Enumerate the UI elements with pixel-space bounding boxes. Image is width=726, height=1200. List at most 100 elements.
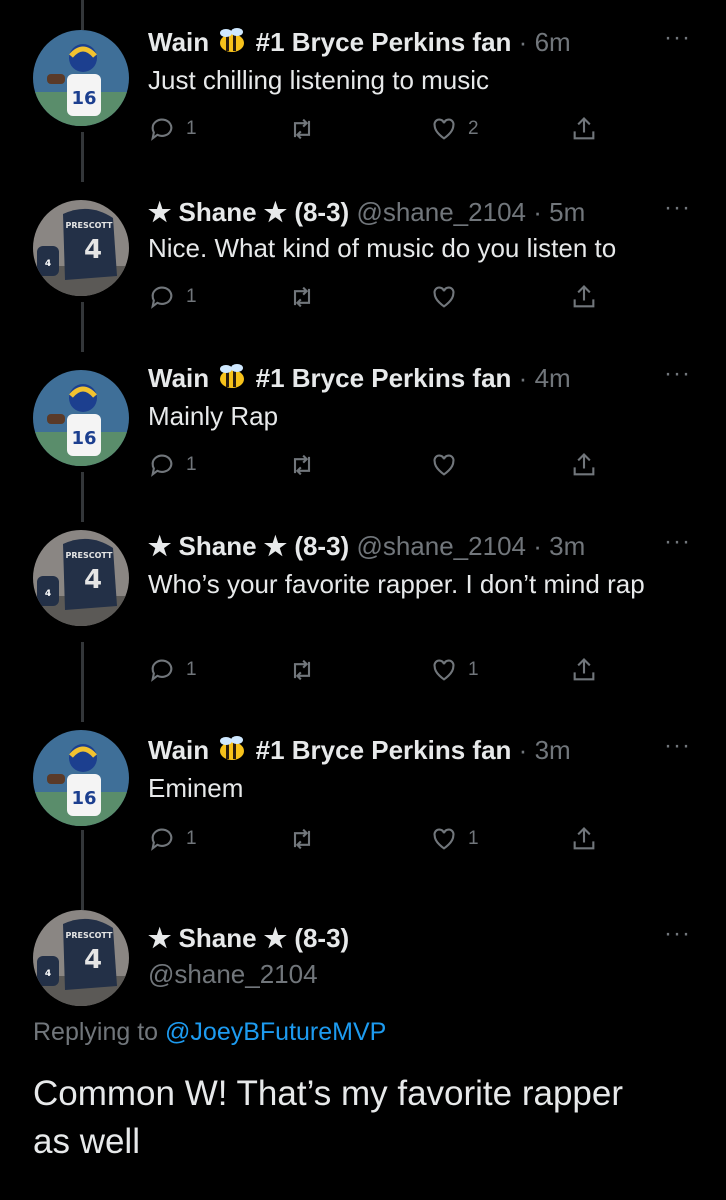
separator: · [518, 363, 528, 393]
share-button[interactable] [570, 112, 598, 146]
reply-count: 1 [186, 828, 197, 849]
svg-text:4: 4 [84, 565, 102, 595]
share-button[interactable] [570, 448, 598, 482]
main-tweet-text: Common W! That’s my favorite rapper as w… [33, 1074, 624, 1161]
replying-to-label: Replying to [33, 1018, 159, 1046]
display-name-suffix[interactable]: #1 Bryce Perkins fan [256, 27, 512, 57]
bee-emoji-icon [216, 27, 248, 62]
more-icon[interactable]: ··· [664, 24, 691, 52]
handle[interactable]: @shane_2104 [148, 958, 318, 990]
display-name[interactable]: Wain [148, 735, 209, 765]
svg-text:4: 4 [45, 969, 51, 979]
display-name[interactable]: ★ Shane ★ (8-3) [148, 197, 349, 227]
avatar[interactable]: 16 [33, 730, 129, 826]
svg-text:4: 4 [84, 235, 102, 265]
heart-icon [433, 118, 455, 140]
share-button[interactable] [570, 280, 598, 314]
display-name-suffix[interactable]: #1 Bryce Perkins fan [256, 735, 512, 765]
action-bar: 1 2 [148, 112, 608, 146]
separator: · [518, 735, 528, 765]
thread-line [81, 132, 84, 182]
share-icon [573, 453, 595, 476]
heart-icon [433, 659, 455, 681]
main-tweet[interactable]: PRESCOTT 4 4 ★ Shane ★ (8-3) @shane_2104… [0, 900, 726, 1200]
thread-line [81, 472, 84, 522]
separator: · [533, 531, 542, 561]
like-button[interactable] [430, 280, 468, 314]
thread-line [81, 830, 84, 910]
more-icon[interactable]: ··· [664, 732, 691, 760]
like-button[interactable] [430, 448, 468, 482]
retweet-button[interactable] [288, 112, 326, 146]
svg-text:PRESCOTT: PRESCOTT [65, 931, 113, 940]
like-count: 1 [468, 828, 479, 849]
svg-text:4: 4 [45, 259, 51, 269]
bee-emoji-icon [216, 363, 248, 398]
handle[interactable]: @shane_2104 [356, 531, 526, 561]
svg-text:PRESCOTT: PRESCOTT [65, 551, 113, 560]
reply-button[interactable]: 1 [148, 280, 197, 314]
display-name-suffix[interactable]: #1 Bryce Perkins fan [256, 363, 512, 393]
reply-button[interactable]: 1 [148, 822, 197, 856]
retweet-icon [293, 659, 311, 681]
reply-count: 1 [186, 659, 197, 680]
handle[interactable]: @shane_2104 [356, 197, 526, 227]
svg-text:16: 16 [71, 788, 96, 809]
like-count: 2 [468, 118, 479, 139]
retweet-icon [293, 828, 311, 850]
display-name[interactable]: ★ Shane ★ (8-3) [148, 923, 349, 953]
avatar[interactable]: PRESCOTT 4 4 [33, 530, 129, 626]
display-name[interactable]: Wain [148, 27, 209, 57]
replying-to-link[interactable]: @JoeyBFutureMVP [165, 1018, 386, 1046]
retweet-icon [293, 286, 311, 308]
timestamp[interactable]: 3m [549, 531, 585, 561]
avatar[interactable]: 16 [33, 30, 129, 126]
timestamp[interactable]: 5m [549, 197, 585, 227]
like-button[interactable]: 1 [430, 822, 479, 856]
timestamp[interactable]: 6m [535, 27, 571, 57]
display-name[interactable]: Wain [148, 363, 209, 393]
thread-line [81, 642, 84, 722]
svg-text:16: 16 [71, 88, 96, 109]
reply-button[interactable]: 1 [148, 653, 197, 687]
like-button[interactable]: 2 [430, 112, 479, 146]
tweet-text: Eminem [148, 773, 244, 803]
avatar[interactable]: PRESCOTT 4 4 [33, 910, 129, 1006]
tweet-text: Just chilling listening to music [148, 65, 490, 95]
reply-icon [151, 286, 173, 309]
share-button[interactable] [570, 653, 598, 687]
retweet-button[interactable] [288, 448, 326, 482]
avatar[interactable]: 16 [33, 370, 129, 466]
tweet-text: Mainly Rap [148, 401, 279, 431]
reply-count: 1 [186, 454, 197, 475]
timestamp[interactable]: 3m [535, 735, 571, 765]
like-count: 1 [468, 659, 479, 680]
tweet-text: Who’s your favorite rapper. I don’t mind… [148, 569, 645, 599]
retweet-button[interactable] [288, 822, 326, 856]
more-icon[interactable]: ··· [664, 360, 691, 388]
more-icon[interactable]: ··· [664, 920, 691, 948]
reply-icon [151, 118, 173, 141]
retweet-button[interactable] [288, 280, 326, 314]
reply-button[interactable]: 1 [148, 112, 197, 146]
thread-line [81, 302, 84, 352]
timestamp[interactable]: 4m [535, 363, 571, 393]
reply-button[interactable]: 1 [148, 448, 197, 482]
share-button[interactable] [570, 822, 598, 856]
heart-icon [433, 828, 455, 850]
separator: · [518, 27, 528, 57]
more-icon[interactable]: ··· [664, 528, 691, 556]
reply-count: 1 [186, 118, 197, 139]
display-name[interactable]: ★ Shane ★ (8-3) [148, 531, 349, 561]
retweet-button[interactable] [288, 653, 326, 687]
heart-icon [433, 454, 455, 476]
separator: · [533, 197, 542, 227]
share-icon [573, 285, 595, 308]
avatar[interactable]: PRESCOTT 4 4 [33, 200, 129, 296]
svg-text:4: 4 [84, 945, 102, 975]
reply-icon [151, 828, 173, 851]
like-button[interactable]: 1 [430, 653, 479, 687]
tweet-text: Nice. What kind of music do you listen t… [148, 233, 617, 263]
action-bar: 1 [148, 280, 608, 314]
more-icon[interactable]: ··· [664, 194, 691, 222]
